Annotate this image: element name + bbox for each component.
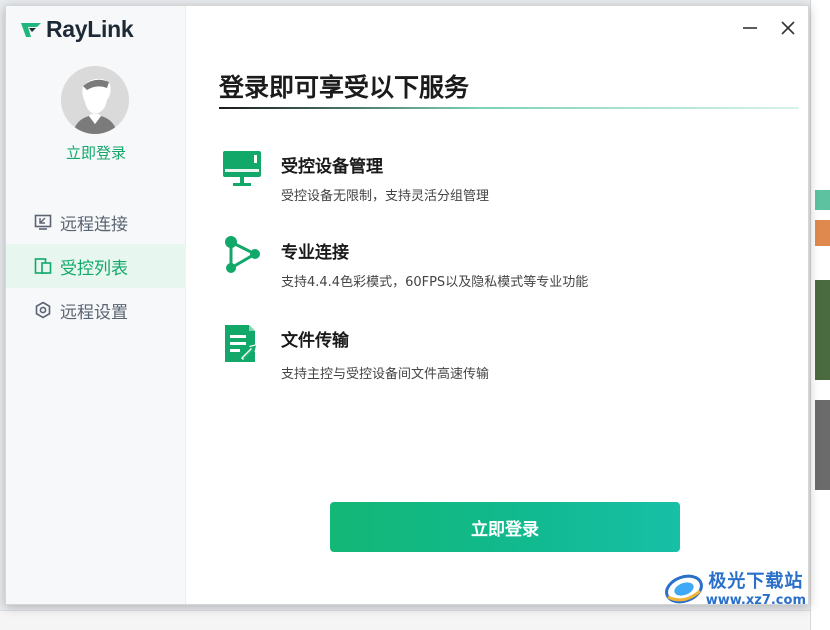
sidebar-item-device-list[interactable]: 受控列表 [6, 244, 186, 288]
share-nodes-icon [225, 236, 260, 273]
sidebar-item-remote-connect[interactable]: 远程连接 [6, 200, 186, 244]
title-divider [219, 107, 799, 109]
feature-title: 受控设备管理 [281, 157, 383, 177]
feature-title: 文件传输 [281, 331, 349, 351]
watermark: 极光下载站 www.xz7.com [664, 567, 806, 605]
sidebar-item-label: 受控列表 [60, 258, 128, 279]
remote-connect-icon [34, 214, 52, 230]
sidebar-item-label: 远程设置 [60, 302, 128, 323]
aurora-logo-icon [664, 574, 703, 603]
background-window-edge [810, 0, 830, 630]
settings-hex-icon [35, 301, 51, 319]
window-controls [738, 16, 800, 40]
background-taskbar-strip [0, 610, 810, 630]
feature-file-transfer: 文件传输 支持主控与受控设备间文件高速传输 [221, 322, 489, 382]
device-list-icon [34, 258, 52, 274]
watermark-url: www.xz7.com [705, 593, 806, 605]
sidebar-item-label: 远程连接 [60, 214, 128, 235]
feature-desc: 支持主控与受控设备间文件高速传输 [281, 367, 490, 382]
monitor-icon [223, 151, 261, 186]
file-transfer-icon [225, 325, 257, 362]
feature-desc: 支持4.4.4色彩模式，60FPS以及隐私模式等专业功能 [281, 275, 589, 290]
feature-pro-connection: 专业连接 支持4.4.4色彩模式，60FPS以及隐私模式等专业功能 [221, 234, 588, 290]
close-icon [781, 21, 795, 35]
sidebar-item-remote-settings[interactable]: 远程设置 [6, 288, 186, 332]
watermark-title: 极光下载站 [708, 571, 804, 592]
brand-name: RayLink [46, 16, 134, 42]
sidebar: RayLink 立即登录 远程连接 受控列表 远程设置 [6, 6, 186, 604]
main-content: 登录即可享受以下服务 受控设备管理 受控设备无限制，支持灵活分组管理 专业连接 … [186, 6, 808, 604]
page-title: 登录即可享受以下服务 [219, 73, 470, 102]
close-button[interactable] [776, 16, 800, 40]
avatar[interactable] [61, 66, 129, 134]
feature-device-management: 受控设备管理 受控设备无限制，支持灵活分组管理 [221, 148, 489, 204]
default-user-avatar-icon [61, 66, 129, 134]
feature-desc: 受控设备无限制，支持灵活分组管理 [281, 189, 490, 204]
minimize-icon [743, 27, 757, 29]
raylink-login-window: RayLink 立即登录 远程连接 受控列表 远程设置 登录即可享受以下服务 受… [5, 5, 809, 605]
minimize-button[interactable] [738, 16, 762, 40]
login-button[interactable]: 立即登录 [330, 502, 680, 552]
brand-logo: RayLink [20, 16, 134, 43]
feature-title: 专业连接 [281, 243, 349, 263]
sidebar-login-link[interactable]: 立即登录 [6, 142, 186, 163]
sidebar-nav: 远程连接 受控列表 远程设置 [6, 200, 186, 332]
raylink-logo-icon [21, 22, 41, 37]
